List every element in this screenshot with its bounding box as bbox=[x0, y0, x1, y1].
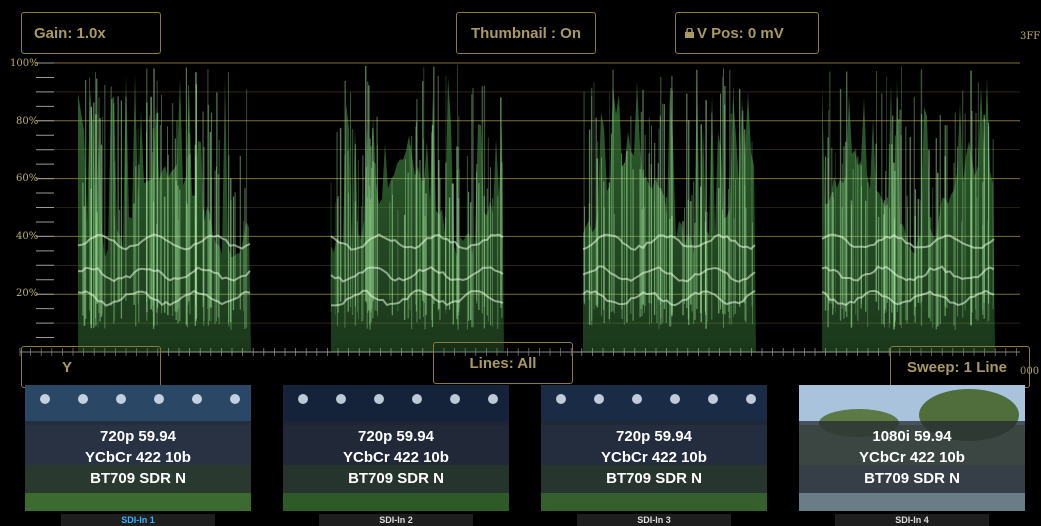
axis-label-40: 40% bbox=[16, 231, 39, 242]
signal-info-4: 1080i 59.94 YCbCr 422 10b BT709 SDR N bbox=[799, 421, 1025, 493]
input-thumbnails: 720p 59.94 YCbCr 422 10b BT709 SDR N 720… bbox=[0, 380, 1041, 526]
color-space-4: YCbCr 422 10b bbox=[859, 448, 965, 466]
waveform-trace-1 bbox=[77, 67, 251, 353]
top-right-code: 3FF bbox=[1020, 31, 1041, 42]
thumbnail-toggle[interactable]: Thumbnail : On bbox=[456, 12, 596, 54]
lock-icon bbox=[685, 28, 694, 38]
waveform-trace-2 bbox=[330, 65, 504, 353]
channel-label: Y bbox=[62, 358, 73, 376]
waveform-graticule bbox=[19, 62, 1020, 356]
video-format-2: 720p 59.94 bbox=[358, 427, 434, 445]
axis-label-60: 60% bbox=[16, 173, 39, 184]
video-format-4: 1080i 59.94 bbox=[872, 427, 952, 445]
sweep-label: Sweep: 1 Line bbox=[907, 358, 1008, 376]
color-space-1: YCbCr 422 10b bbox=[85, 448, 191, 466]
waveform-trace-4 bbox=[821, 66, 995, 352]
lines-label: Lines: All bbox=[469, 354, 537, 372]
tab-sdi-in-2[interactable]: SDI-In 2 bbox=[319, 514, 473, 526]
transfer-1: BT709 SDR N bbox=[90, 469, 186, 487]
vertical-position-button[interactable]: V Pos: 0 mV bbox=[675, 12, 819, 54]
input-tile-3[interactable]: 720p 59.94 YCbCr 422 10b BT709 SDR N bbox=[541, 385, 767, 511]
input-tile-2[interactable]: 720p 59.94 YCbCr 422 10b BT709 SDR N bbox=[283, 385, 509, 511]
color-space-3: YCbCr 422 10b bbox=[601, 448, 707, 466]
waveform-display: 100% 80% 60% 40% 20% 3FF 000 Gain: 1.0x … bbox=[0, 0, 1041, 388]
color-space-2: YCbCr 422 10b bbox=[343, 448, 449, 466]
axis-label-80: 80% bbox=[16, 116, 39, 127]
transfer-3: BT709 SDR N bbox=[606, 469, 702, 487]
video-format-1: 720p 59.94 bbox=[100, 427, 176, 445]
transfer-2: BT709 SDR N bbox=[348, 469, 444, 487]
waveform-trace-3 bbox=[582, 68, 756, 352]
gain-button[interactable]: Gain: 1.0x bbox=[21, 12, 161, 54]
tab-sdi-in-1[interactable]: SDI-In 1 bbox=[61, 514, 215, 526]
tab-sdi-in-3[interactable]: SDI-In 3 bbox=[577, 514, 731, 526]
transfer-4: BT709 SDR N bbox=[864, 469, 960, 487]
signal-info-1: 720p 59.94 YCbCr 422 10b BT709 SDR N bbox=[25, 421, 251, 493]
gain-label: Gain: 1.0x bbox=[34, 24, 106, 42]
input-tile-1[interactable]: 720p 59.94 YCbCr 422 10b BT709 SDR N bbox=[25, 385, 251, 511]
axis-label-100: 100% bbox=[10, 58, 39, 69]
lines-button[interactable]: Lines: All bbox=[433, 342, 573, 384]
vpos-label: V Pos: 0 mV bbox=[697, 24, 784, 42]
video-format-3: 720p 59.94 bbox=[616, 427, 692, 445]
tab-sdi-in-4[interactable]: SDI-In 4 bbox=[835, 514, 989, 526]
input-tile-4[interactable]: 1080i 59.94 YCbCr 422 10b BT709 SDR N bbox=[799, 385, 1025, 511]
signal-info-3: 720p 59.94 YCbCr 422 10b BT709 SDR N bbox=[541, 421, 767, 493]
thumbnail-label: Thumbnail : On bbox=[471, 24, 581, 42]
axis-label-20: 20% bbox=[16, 288, 39, 299]
signal-info-2: 720p 59.94 YCbCr 422 10b BT709 SDR N bbox=[283, 421, 509, 493]
